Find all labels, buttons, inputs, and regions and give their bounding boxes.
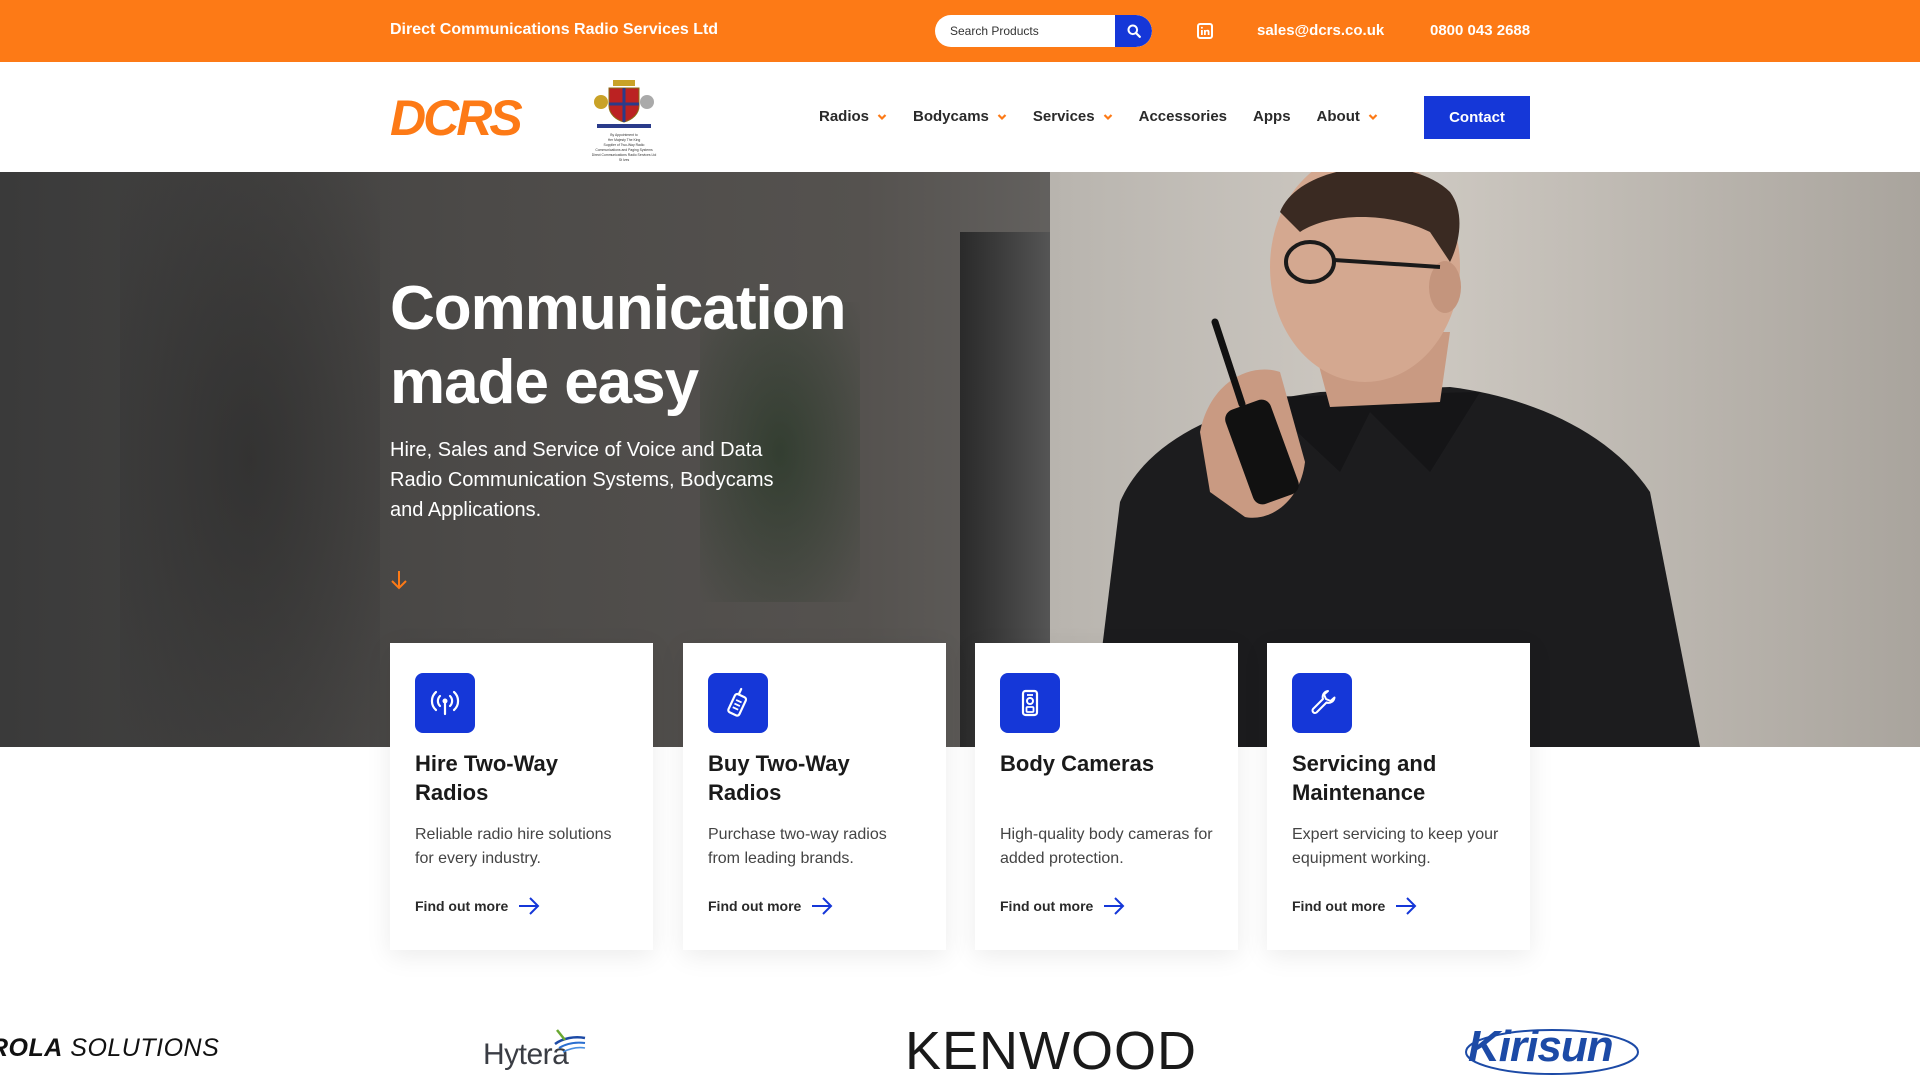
logo-text: ROLA [0,1034,63,1062]
logo-text: KENWOOD [905,1021,1198,1080]
kirisun-logo: Kirisun [1465,1022,1639,1075]
arrow-right-icon [519,897,540,915]
find-out-more-link[interactable]: Find out more [415,897,540,915]
top-bar: Direct Communications Radio Services Ltd… [0,0,1920,62]
card-text: Reliable radio hire solutions for every … [415,826,612,867]
phone-link[interactable]: 0800 043 2688 [1430,22,1530,39]
radio-icon [727,687,748,717]
nav-label: Radios [819,108,870,125]
nav-item-apps[interactable]: Apps [1253,108,1291,125]
card-text: Expert servicing to keep your equipment … [1292,826,1499,867]
arrow-right-icon [1104,897,1125,915]
hytera-swoosh-icon [554,1029,586,1053]
card-hire-radios[interactable]: Hire Two-Way Radios Reliable radio hire … [390,643,653,950]
arrow-right-icon [1396,897,1417,915]
card-icon-box [708,673,768,733]
find-out-more-link[interactable]: Find out more [1292,897,1417,915]
svg-text:Communications and Paging Syst: Communications and Paging Systems [595,148,653,152]
search-box [935,15,1152,47]
contact-button[interactable]: Contact [1424,96,1530,139]
search-button[interactable] [1115,15,1152,47]
link-label: Find out more [708,898,802,914]
linkedin-icon[interactable] [1197,23,1213,39]
link-label: Find out more [1292,898,1386,914]
brand-logos: ROLA SOLUTIONS Hytera KENWOOD Kirisun [0,1010,1920,1080]
chevron-down-icon [1368,113,1378,120]
card-buy-radios[interactable]: Buy Two-Way Radios Purchase two-way radi… [683,643,946,950]
card-text: High-quality body cameras for added prot… [1000,826,1213,867]
hero-title: Communication made easy [390,274,846,417]
card-icon-box [1000,673,1060,733]
card-body-cameras[interactable]: Body Cameras High-quality body cameras f… [975,643,1238,950]
company-name: Direct Communications Radio Services Ltd [390,21,719,38]
nav-item-accessories[interactable]: Accessories [1139,108,1227,125]
royal-warrant-crest: By Appointment to Her Majesty The King S… [592,80,657,162]
card-title: Body Cameras [1000,751,1155,776]
search-input[interactable] [935,15,1115,47]
svg-text:St Ives: St Ives [619,158,630,162]
search-icon [1127,24,1141,38]
link-label: Find out more [1000,898,1094,914]
hero-bg-shadow [120,172,380,747]
motorola-logo: ROLA SOLUTIONS [0,1034,219,1063]
chevron-down-icon [877,113,887,120]
nav-label: Accessories [1138,108,1228,125]
nav-item-bodycams[interactable]: Bodycams [913,108,1007,125]
chevron-down-icon [997,113,1007,120]
antenna-icon [430,690,460,716]
find-out-more-link[interactable]: Find out more [1000,897,1125,915]
arrow-right-icon [812,897,833,915]
card-title: Hire Two-Way Radios [415,751,559,805]
nav-label: About [1316,108,1360,125]
card-text: Purchase two-way radios from leading bra… [708,826,887,867]
crest-icon [594,80,654,128]
svg-text:Her Majesty The King: Her Majesty The King [608,138,641,142]
card-title: Buy Two-Way Radios [708,751,850,805]
dcrs-logo[interactable]: DCRS [388,93,568,143]
wrench-icon [1311,690,1336,714]
card-icon-box [415,673,475,733]
card-servicing[interactable]: Servicing and Maintenance Expert servici… [1267,643,1530,950]
email-link[interactable]: sales@dcrs.co.uk [1257,22,1384,39]
hero-subtitle: Hire, Sales and Service of Voice and Dat… [390,439,774,521]
kenwood-logo: KENWOOD [905,1020,1197,1080]
card-icon-box [1292,673,1352,733]
svg-text:By Appointment to: By Appointment to [610,133,638,137]
card-title: Servicing and Maintenance [1292,751,1437,805]
logo-text: DCRS [390,93,522,143]
chevron-down-icon [1103,113,1112,120]
bodycam-icon [1021,689,1039,717]
svg-text:Direct Communications Radio Se: Direct Communications Radio Services Ltd [592,153,657,157]
nav-label: Bodycams [913,108,989,125]
nav-label: Apps [1253,108,1291,125]
main-header: DCRS By Appointment to Her Majesty The K… [0,62,1920,172]
link-label: Find out more [415,898,509,914]
hytera-logo: Hytera [483,1029,586,1072]
arrow-down-icon[interactable] [389,569,409,591]
main-nav: Radios Bodycams Services Accessories App… [819,108,1404,125]
nav-item-services[interactable]: Services [1033,108,1113,125]
svg-text:Supplier of Two-Way Radio: Supplier of Two-Way Radio [604,143,645,147]
logo-text: Kirisun [1468,1022,1614,1071]
find-out-more-link[interactable]: Find out more [708,897,833,915]
nav-label: Services [1032,108,1095,125]
nav-item-radios[interactable]: Radios [819,108,887,125]
service-cards: Hire Two-Way Radios Reliable radio hire … [390,643,1530,950]
nav-item-about[interactable]: About [1317,108,1378,125]
logo-text: SOLUTIONS [62,1034,220,1062]
